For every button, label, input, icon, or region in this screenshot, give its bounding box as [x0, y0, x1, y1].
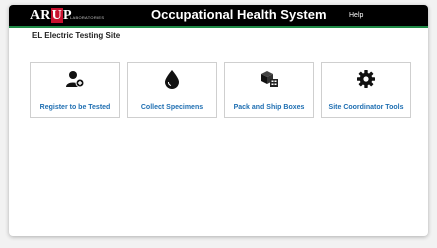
header-bar: ARUP LABORATORIES Occupational Health Sy…	[9, 5, 428, 28]
add-user-icon	[65, 69, 85, 89]
site-name: EL Electric Testing Site	[32, 31, 121, 40]
tile-label: Pack and Ship Boxes	[233, 104, 305, 111]
register-to-be-tested-tile[interactable]: Register to be Tested	[30, 62, 120, 118]
logo-subtext: LABORATORIES	[70, 15, 105, 20]
help-link[interactable]: Help	[349, 11, 363, 20]
arup-logo: ARUP LABORATORIES	[30, 7, 110, 25]
drop-icon	[162, 69, 182, 89]
boxes-icon	[259, 69, 279, 89]
logo-wordmark: ARUP	[30, 8, 72, 23]
gear-icon	[356, 69, 376, 89]
app-window: ARUP LABORATORIES Occupational Health Sy…	[9, 5, 428, 236]
pack-and-ship-boxes-tile[interactable]: Pack and Ship Boxes	[224, 62, 314, 118]
collect-specimens-tile[interactable]: Collect Specimens	[127, 62, 217, 118]
tile-label: Collect Specimens	[140, 104, 204, 111]
tile-label: Register to be Tested	[39, 104, 111, 111]
app-title: Occupational Health System	[151, 7, 327, 22]
site-coordinator-tools-tile[interactable]: Site Coordinator Tools	[321, 62, 411, 118]
tile-label: Site Coordinator Tools	[328, 104, 404, 111]
